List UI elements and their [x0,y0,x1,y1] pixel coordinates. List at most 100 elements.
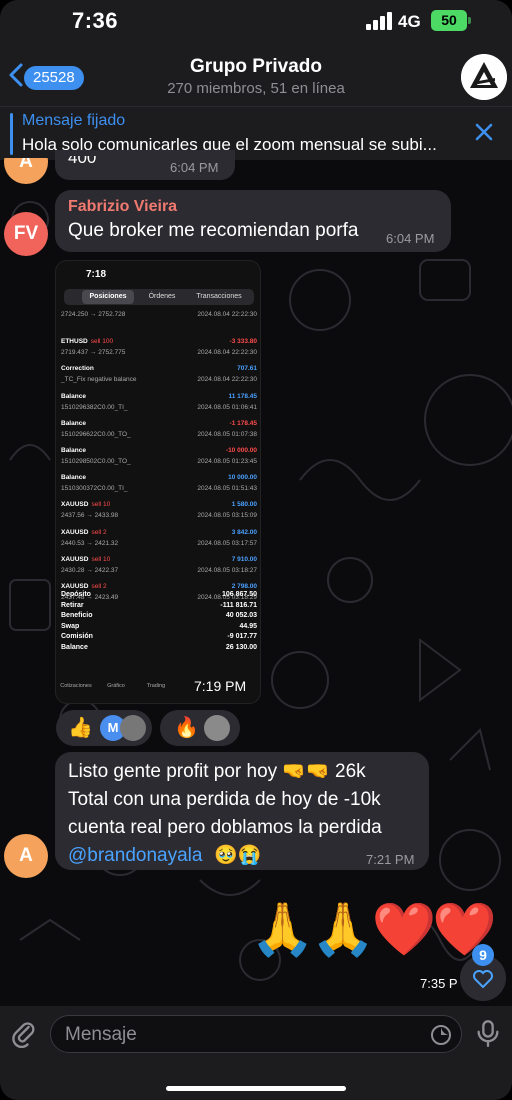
fire-icon: 🔥 [174,717,199,739]
screenshot-position-row: 2724.250 → 2752.728 2024.08.04 22:22:30 [61,311,257,337]
screenshot-tab: Transacciones [196,293,242,300]
screenshot-symbol: Balance [61,392,86,400]
screenshot-summary-row: Balance 26 130.00 [61,644,257,651]
close-icon[interactable] [472,120,496,144]
screenshot-detail: _TC_Fix negative balance [61,376,137,384]
screenshot-summary-row: Depósito 106 867.50 [61,591,257,598]
screenshot-summary-row: Comisión -9 017.77 [61,633,257,640]
screenshot-side: sell 10 [91,501,111,509]
screenshot-position-row: XAUUSD sell 2 3 842.00 2440.53 → 2421.32 202… [61,529,257,555]
screenshot-value: 1 580.00 [231,501,257,509]
screenshot-position-row: Balance 10 000.00 1510300372C0.00_TI_ 2024.… [61,474,257,500]
chat-title[interactable]: Grupo Privado [0,56,512,78]
screenshot-symbol: Balance [61,447,86,454]
screenshot-detail: 1510296382C0.00_TI_ [61,403,128,411]
paperclip-icon[interactable] [10,1020,38,1048]
screenshot-side: sell 2 [91,528,107,536]
message-text: Que broker me recomiendan porfa [68,220,359,241]
screenshot-value: 7 910.00 [231,555,257,563]
message-text: Listo gente profit por hoy 🤜🤜 26k [68,761,366,782]
screenshot-value: 2 798.00 [231,583,257,590]
screenshot-summary-label: Comisión [61,633,93,640]
network-type: 4G [398,12,421,31]
screenshot-value: -10 000.00 [225,447,257,454]
reaction-fire[interactable]: 🔥 [160,710,240,746]
screenshot-summary-label: Beneficio [61,612,93,619]
screenshot-summary-value: 26 130.00 [225,643,257,651]
screenshot-value: -1 178.45 [229,419,257,427]
screenshot-value: 3 842.00 [231,528,257,536]
screenshot-detail: 2437.56 → 2433.98 [61,512,119,520]
emoji-message[interactable]: 🙏🙏❤️❤️ [250,890,497,970]
home-indicator [166,1086,346,1091]
avatar[interactable]: A [4,834,48,878]
avatar[interactable]: FV [4,212,48,256]
screenshot-symbol: XAUUSD [61,555,89,563]
screenshot-nav-label: Gráfico [107,683,125,689]
screenshot-side: sell 2 [91,583,107,590]
screenshot-position-row: Balance -1 178.45 1510296622C0.00_TO_ 2024.… [61,420,257,446]
screenshot-position-row: Correction 707.61 _TC_Fix negative balance… [61,365,257,391]
message-emoji: 🥹😭 [214,845,262,866]
group-avatar[interactable] [461,54,507,100]
screenshot-summary-value: 44.95 [239,622,257,630]
message-placeholder: Mensaje [65,1024,137,1045]
screenshot-symbol: XAUUSD [61,528,89,536]
screenshot-detail: 1510298502C0.00_TO_ [61,458,131,465]
screenshot-summary-value: -9 017.77 [227,633,257,640]
chat-screen: 7:36 4G 50 25528 Grupo Privado 270 miemb… [0,0,512,1100]
screenshot-detail: 2440.53 → 2421.32 [61,539,119,547]
screenshot-position-row: XAUUSD sell 10 1 580.00 2437.56 → 2433.98 20… [61,501,257,527]
trading-screenshot-image[interactable]: 7:18 Posiciones Órdenes Transacciones 27… [55,260,261,704]
screenshot-date: 2024.08.05 01:07:38 [197,430,257,438]
screenshot-detail: 2719.437 → 2752.775 [61,349,126,357]
thumbs-up-icon: 👍 [68,717,93,739]
chat-subtitle: 270 miembros, 51 en línea [167,80,345,97]
screenshot-summary-label: Depósito [61,591,91,598]
screenshot-symbol: ETHUSD [61,338,88,346]
reaction-avatar [120,715,146,741]
screenshot-summary-label: Swap [61,622,80,630]
message-time: 7:21 PM [366,852,415,867]
unread-badge: 9 [472,944,494,966]
pinned-label: Mensaje fijado [22,112,126,129]
pinned-indicator [10,113,13,155]
message-input-bar: Mensaje [0,1006,512,1100]
screenshot-date: 2024.08.04 22:22:30 [197,349,257,357]
screenshot-date: 2024.08.04 22:22:30 [197,311,257,318]
screenshot-symbol: Balance [61,474,86,482]
sticker-icon[interactable] [429,1023,453,1047]
screenshot-summary-row: Retirar -111 816.71 [61,602,257,609]
screenshot-detail: 2430.28 → 2422.37 [61,566,119,574]
screenshot-date: 2024.08.05 01:23:45 [197,458,257,465]
status-bar: 7:36 4G 50 [0,0,512,44]
screenshot-tabs: Posiciones Órdenes Transacciones [64,289,254,305]
screenshot-symbol: Balance [61,419,86,427]
heart-outline-icon [473,970,493,989]
sender-name[interactable]: Fabrizio Vieira [68,198,177,216]
screenshot-date: 2024.08.04 22:22:30 [197,376,257,384]
screenshot-value: 707.61 [237,365,257,373]
screenshot-date: 2024.08.05 03:15:09 [197,512,257,520]
reaction-thumbs-up[interactable]: 👍 M [56,710,152,746]
screenshot-date: 2024.08.05 01:06:41 [197,403,257,411]
screenshot-time: 7:18 [86,269,107,280]
battery-icon: 50 [431,10,471,31]
message-input[interactable]: Mensaje [50,1015,462,1053]
screenshot-date: 2024.08.05 03:17:57 [197,539,257,547]
screenshot-summary-value: 40 052.03 [225,612,257,619]
mention-link[interactable]: @brandonayala [68,842,202,870]
screenshot-position-row: ETHUSD sell 100 -3 333.80 2719.437 → 2752.7… [61,338,257,364]
screenshot-detail: 2724.250 → 2752.728 [61,311,126,318]
message-time: 6:04 PM [386,231,435,246]
signal-icon [366,12,392,30]
screenshot-detail: 1510296622C0.00_TO_ [61,430,131,438]
screenshot-detail: 1510300372C0.00_TI_ [61,485,128,493]
screenshot-position-row: Balance 11 178.45 1510296382C0.00_TI_ 2024.… [61,393,257,419]
microphone-icon[interactable] [474,1018,502,1048]
screenshot-summary-row: Beneficio 40 052.03 [61,612,257,619]
screenshot-position-row: XAUUSD sell 10 7 910.00 2430.28 → 2422.37 20… [61,556,257,582]
reaction-avatar [204,715,230,741]
screenshot-summary-value: -111 816.71 [220,601,257,609]
screenshot-nav-label: Trading [146,683,166,689]
